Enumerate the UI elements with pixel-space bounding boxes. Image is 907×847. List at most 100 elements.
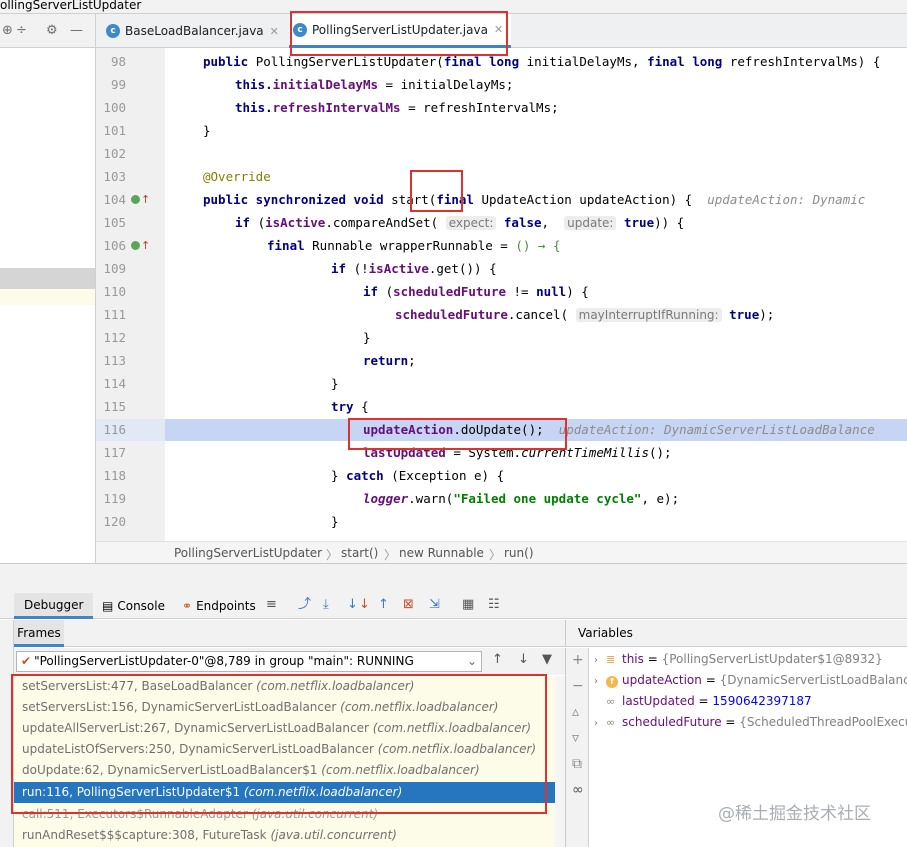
- tab-console[interactable]: ▤ Console: [102, 593, 165, 619]
- variables-toolbar: + − ▵ ▿ ⧉ ∞: [565, 648, 589, 847]
- project-panel: [0, 48, 96, 563]
- watch-icon: ∞: [606, 695, 616, 708]
- evaluate-icon[interactable]: ▦: [462, 598, 474, 612]
- watches-icon[interactable]: ∞: [572, 782, 584, 798]
- watermark: @稀土掘金技术社区: [718, 804, 871, 824]
- variables-label[interactable]: Variables: [578, 620, 633, 647]
- override-marker-icon[interactable]: ↑: [131, 188, 150, 212]
- settings-icon[interactable]: ☷: [488, 598, 500, 612]
- line-number: 117: [103, 445, 126, 460]
- arrow-up-icon[interactable]: ↑: [492, 652, 503, 667]
- breadcrumb-item[interactable]: new Runnable: [399, 546, 484, 560]
- line-number: 100: [103, 100, 126, 115]
- line-number: 116: [103, 422, 126, 437]
- up-icon[interactable]: ▵: [572, 704, 579, 720]
- project-tree-selected-row[interactable]: [0, 268, 95, 289]
- expand-icon[interactable]: ›: [594, 650, 606, 671]
- tab-label: BaseLoadBalancer.java: [125, 24, 264, 38]
- expand-icon[interactable]: ›: [594, 671, 606, 692]
- close-icon[interactable]: ✕: [270, 25, 279, 38]
- param-hint: mayInterruptIfRunning:: [575, 308, 722, 322]
- list-icon: ≣: [606, 653, 616, 666]
- endpoints-icon: ⚭: [182, 599, 193, 613]
- code-line-118: } catch (Exception e) {: [331, 468, 505, 483]
- line-number: 109: [103, 261, 126, 276]
- code-line-119: logger.warn("Failed one update cycle", e…: [363, 491, 680, 506]
- annotation-box-tab: [290, 11, 508, 56]
- run-to-cursor-icon[interactable]: ⇲: [429, 598, 440, 612]
- line-number: 120: [103, 514, 126, 529]
- tab-endpoints[interactable]: ⚭ Endpoints: [182, 593, 256, 619]
- line-number: 111: [103, 307, 126, 322]
- debugger-toolbar: Debugger ▤ Console ⚭ Endpoints ≡ ⤴ ⤓ ↓ ↓ ↑…: [0, 593, 907, 619]
- breadcrumb: PollingServerListUpdater 〉 start() 〉 new…: [96, 541, 907, 563]
- param-hint: update:: [564, 216, 617, 230]
- plus-icon[interactable]: +: [572, 652, 584, 668]
- line-number: 118: [103, 468, 126, 483]
- line-number: 103: [103, 169, 126, 184]
- line-number: 102: [103, 146, 126, 161]
- filter-icon[interactable]: ▼: [542, 652, 552, 667]
- code-line-105: if (isActive.compareAndSet( expect: fals…: [235, 215, 685, 230]
- frames-label[interactable]: Frames: [14, 620, 64, 647]
- code-line-114: }: [331, 376, 339, 391]
- line-number: 98: [110, 54, 126, 69]
- copy-icon[interactable]: ⧉: [572, 756, 582, 772]
- frames-scrollbar[interactable]: [555, 676, 565, 847]
- field-icon: f: [606, 670, 620, 691]
- annotation-box-start: [410, 170, 463, 212]
- show-execution-point-icon[interactable]: ⤴: [298, 598, 311, 612]
- step-out-icon[interactable]: ↑: [378, 598, 389, 612]
- variable-row[interactable]: ∞ lastUpdated = 1590642397187: [590, 691, 812, 712]
- chevron-down-icon: ⌄: [466, 654, 477, 668]
- breadcrumb-item[interactable]: run(): [504, 546, 534, 560]
- locate-icon[interactable]: ⊕: [2, 24, 13, 38]
- code-line-120: }: [331, 514, 339, 529]
- tab-debugger[interactable]: Debugger: [14, 593, 94, 619]
- step-into-icon[interactable]: ↓: [347, 598, 358, 612]
- line-number: 106: [103, 238, 126, 253]
- code-line-101: }: [203, 123, 211, 138]
- breadcrumb-item[interactable]: start(): [341, 546, 378, 560]
- breadcrumb-item[interactable]: PollingServerListUpdater: [174, 546, 322, 560]
- line-number: 112: [103, 330, 126, 345]
- arrow-down-icon[interactable]: ↓: [518, 652, 529, 667]
- tab-base-load-balancer[interactable]: c BaseLoadBalancer.java ✕: [106, 14, 279, 48]
- thread-select[interactable]: ✔ "PollingServerListUpdater-0"@8,789 in g…: [16, 651, 482, 672]
- console-icon: ▤: [102, 599, 114, 613]
- code-line-100: this.refreshIntervalMs = refreshInterval…: [235, 100, 559, 115]
- line-number: 119: [103, 491, 126, 506]
- param-hint: expect:: [445, 216, 497, 230]
- step-over-icon[interactable]: ⤓: [323, 598, 329, 612]
- code-line-113: return;: [363, 353, 416, 368]
- code-line-104: public synchronized void start(final Upd…: [203, 192, 866, 207]
- expand-icon[interactable]: ›: [594, 713, 606, 734]
- collapse-all-icon[interactable]: ÷: [16, 24, 27, 38]
- force-step-into-icon[interactable]: ↓: [359, 598, 370, 612]
- minus-icon[interactable]: −: [572, 678, 584, 694]
- class-icon: c: [106, 24, 120, 38]
- drop-frame-icon[interactable]: ⊠: [403, 598, 414, 612]
- variable-row[interactable]: › ≣ this = {PollingServerListUpdater$1@893…: [590, 649, 883, 670]
- watch-icon: ∞: [606, 716, 616, 729]
- project-toolbar: ⊕ ÷ ⚙ —: [0, 14, 96, 48]
- code-line-103: @Override: [203, 169, 271, 184]
- code-line-112: }: [363, 330, 371, 345]
- hide-icon[interactable]: —: [70, 24, 83, 38]
- frames-header: Frames: [14, 620, 565, 647]
- annotation-box-doupdate: [348, 418, 567, 450]
- menu-icon[interactable]: ≡: [266, 598, 277, 612]
- variable-row[interactable]: › f updateAction = {DynamicServerListLoadB…: [590, 670, 907, 691]
- code-line-109: if (!isActive.get()) {: [331, 261, 497, 276]
- line-number: 110: [103, 284, 126, 299]
- project-tree-row[interactable]: [0, 289, 95, 305]
- gear-icon[interactable]: ⚙: [46, 24, 58, 38]
- frame-row[interactable]: runAndReset$$$capture:308, FutureTask (j…: [14, 825, 565, 846]
- line-number: 113: [103, 353, 126, 368]
- override-marker-icon[interactable]: ↑: [131, 234, 150, 258]
- check-icon: ✔: [21, 654, 32, 668]
- tool-window-header: [0, 563, 907, 593]
- breadcrumb-separator: 〉: [489, 548, 502, 562]
- variable-row[interactable]: › ∞ scheduledFuture = {ScheduledThreadPool…: [590, 712, 907, 733]
- down-icon[interactable]: ▿: [572, 730, 579, 746]
